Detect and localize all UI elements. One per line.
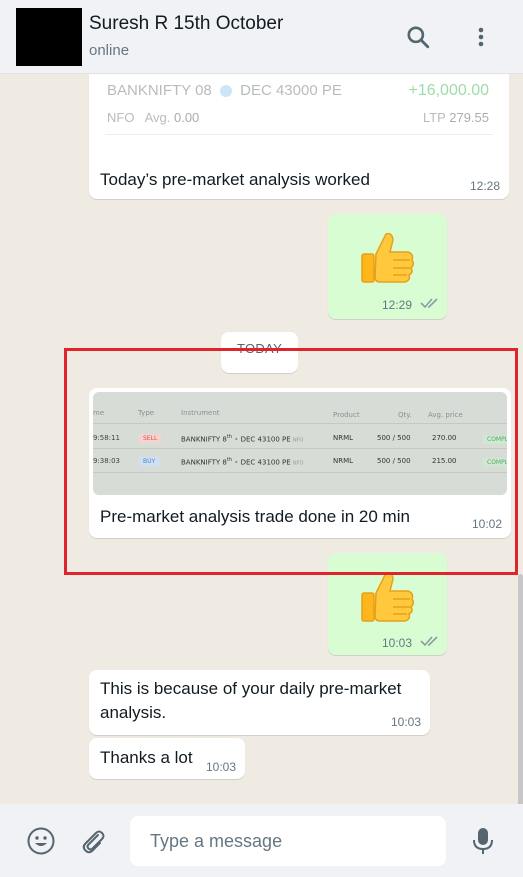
message-time: 10:03: [205, 760, 236, 774]
avatar[interactable]: [16, 8, 82, 66]
divider: [105, 134, 493, 135]
message-incoming[interactable]: BANKNIFTY 08 DEC 43000 PE +16,000.00 NFO…: [89, 74, 509, 199]
message-text-line2: analysis.: [100, 703, 167, 722]
thumbs-up-emoji-icon: [361, 571, 415, 622]
menu-dots-icon: [478, 27, 484, 47]
quoted-ltp: LTP 279.55: [423, 110, 489, 125]
quoted-avg-label: Avg.: [144, 110, 171, 125]
contact-status: online: [89, 42, 130, 59]
menu-button[interactable]: [466, 20, 496, 54]
message-text-line1: This is because of your daily pre-market: [100, 679, 402, 698]
message-input[interactable]: [130, 816, 446, 866]
double-check-icon: [420, 636, 438, 647]
message-time: 10:03: [382, 636, 413, 650]
attach-icon: [82, 830, 105, 854]
quoted-exchange-avg: NFO Avg. 0.00: [107, 110, 199, 125]
quoted-instrument-name: BANKNIFTY 08: [107, 82, 212, 99]
highlight-box: [64, 348, 518, 575]
message-outgoing[interactable]: 12:29: [328, 214, 447, 319]
contact-name[interactable]: Suresh R 15th October: [89, 13, 283, 35]
mic-button[interactable]: [468, 824, 498, 858]
chat-header: Suresh R 15th October online: [0, 0, 523, 74]
quoted-avg: 0.00: [173, 110, 200, 125]
mic-icon: [473, 828, 493, 854]
quoted-instrument-contract: DEC 43000 PE: [240, 82, 342, 99]
message-time: 12:28: [469, 179, 500, 193]
message-incoming[interactable]: Thanks a lot 10:03: [89, 738, 245, 779]
search-icon: [407, 26, 430, 49]
info-dot-icon: [219, 85, 232, 98]
quoted-exchange: NFO: [107, 110, 135, 125]
quoted-instrument: BANKNIFTY 08 DEC 43000 PE: [107, 82, 342, 99]
double-check-icon: [420, 298, 438, 309]
composer-bar: [0, 804, 523, 877]
scrollbar[interactable]: [518, 574, 523, 804]
search-button[interactable]: [403, 20, 433, 54]
message-incoming[interactable]: This is because of your daily pre-market…: [89, 670, 430, 735]
message-time: 12:29: [382, 298, 413, 312]
quoted-ltp-label: LTP: [422, 110, 446, 125]
message-time: 10:03: [390, 715, 421, 729]
quoted-pnl: +16,000.00: [408, 82, 489, 99]
message-text: Thanks a lot: [100, 748, 193, 767]
quoted-ltp-value: 279.55: [449, 110, 489, 125]
attach-button[interactable]: [76, 824, 110, 858]
emoji-button[interactable]: [24, 824, 58, 858]
emoji-icon: [27, 827, 55, 855]
message-text: Today’s pre-market analysis worked: [100, 170, 370, 189]
thumbs-up-emoji-icon: [361, 232, 415, 283]
